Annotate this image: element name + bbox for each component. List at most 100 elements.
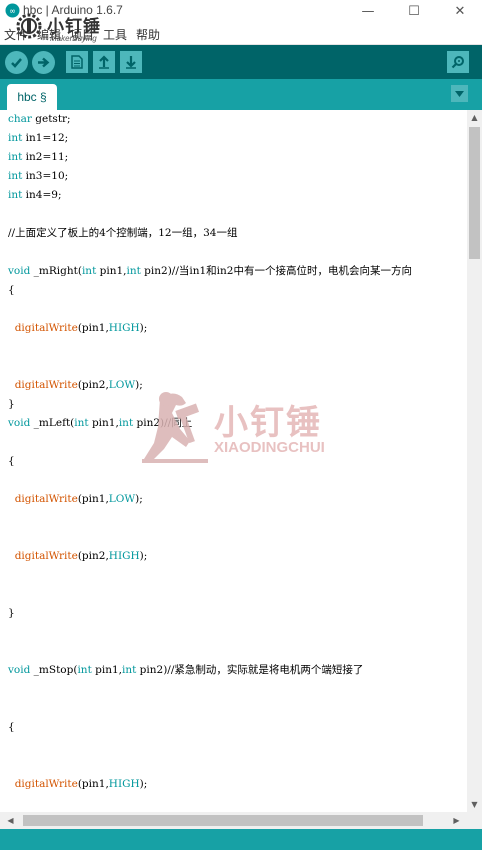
scroll-down-arrow-icon[interactable]: ▼ (467, 797, 482, 812)
code-keyword: int (126, 265, 141, 277)
code-text: { (8, 284, 15, 296)
code-keyword: int (8, 151, 23, 163)
code-keyword: int (122, 664, 137, 676)
code-text: pin1, (91, 664, 122, 676)
scroll-left-arrow-icon[interactable]: ◀ (3, 813, 18, 828)
code-text: (pin1, (77, 322, 109, 334)
code-keyword: int (77, 664, 92, 676)
code-line: } (8, 395, 15, 414)
code-text: _mStop( (30, 664, 78, 676)
code-text: { (8, 721, 15, 733)
code-line: digitalWrite(pin2,LOW); (8, 376, 143, 395)
scroll-right-arrow-icon[interactable]: ▶ (449, 813, 464, 828)
code-text: (pin1, (77, 778, 109, 790)
code-function: digitalWrite (14, 778, 78, 790)
code-function: digitalWrite (14, 379, 78, 391)
code-line: digitalWrite(pin2,HIGH); (8, 547, 148, 566)
close-button[interactable]: ✕ (437, 0, 482, 22)
code-line: int in1=12; (8, 129, 68, 148)
code-text: (pin2, (77, 379, 109, 391)
code-line: { (8, 281, 15, 300)
code-function: digitalWrite (14, 550, 78, 562)
tab-bar: hbc § (0, 79, 482, 110)
code-keyword: LOW (108, 379, 136, 391)
code-keyword: int (8, 170, 23, 182)
arrow-right-icon (38, 57, 50, 68)
code-text: //上面定义了板上的4个控制端，12一组，34一组 (8, 227, 238, 239)
code-text: _mLeft( (30, 417, 75, 429)
horizontal-scroll-thumb[interactable] (23, 815, 423, 826)
serial-monitor-button[interactable] (447, 51, 469, 73)
code-text: (pin2, (77, 550, 109, 562)
code-text: in4=9; (22, 189, 62, 201)
open-button[interactable] (93, 51, 115, 73)
upload-button[interactable] (32, 51, 55, 74)
code-line: digitalWrite(pin1,LOW); (8, 490, 143, 509)
menu-help[interactable]: 帮助 (136, 26, 160, 43)
horizontal-scrollbar[interactable]: ◀ ▶ (0, 812, 467, 829)
code-keyword: int (74, 417, 89, 429)
gear-icon (16, 13, 42, 39)
code-text: in1=12; (22, 132, 69, 144)
watermark-text: 小钉锤 (214, 403, 322, 443)
code-text: pin1, (96, 265, 127, 277)
vertical-scrollbar[interactable]: ▲ ▼ (467, 110, 482, 812)
code-line: //上面定义了板上的4个控制端，12一组，34一组 (8, 224, 237, 243)
scroll-up-arrow-icon[interactable]: ▲ (467, 110, 482, 125)
watermark: 小钉锤 XIAODINGCHUI (142, 389, 347, 465)
code-keyword: char (8, 113, 32, 125)
code-text: } (8, 398, 15, 410)
code-line: void _mStop(int pin1,int pin2)//紧急制动，实际就… (8, 661, 363, 680)
code-line: void _mRight(int pin1,int pin2)//当in1和in… (8, 262, 412, 281)
tab-menu-button[interactable] (451, 85, 468, 102)
code-text: pin2)//紧急制动，实际就是将电机两个端短接了 (136, 664, 364, 676)
logo-subtitle: MakerBuying (50, 34, 97, 43)
watermark-subtitle: XIAODINGCHUI (214, 439, 325, 456)
code-keyword: HIGH (108, 550, 140, 562)
code-text: in2=11; (22, 151, 69, 163)
code-function: digitalWrite (14, 322, 78, 334)
save-button[interactable] (120, 51, 142, 73)
code-line: digitalWrite(pin1,HIGH); (8, 775, 148, 794)
code-line: int in4=9; (8, 186, 62, 205)
code-line: { (8, 718, 15, 737)
new-file-icon (71, 55, 83, 69)
code-text: in3=10; (22, 170, 69, 182)
code-text: (pin1, (77, 493, 109, 505)
vertical-scroll-thumb[interactable] (469, 127, 480, 259)
code-keyword: int (81, 265, 97, 277)
tab-hbc[interactable]: hbc § (7, 84, 57, 110)
code-line: digitalWrite(pin1,HIGH); (8, 319, 148, 338)
new-button[interactable] (66, 51, 88, 73)
code-text: getstr; (31, 113, 71, 125)
code-line: int in2=11; (8, 148, 68, 167)
minimize-button[interactable]: — (345, 0, 391, 22)
maximize-button[interactable]: ☐ (391, 0, 437, 22)
code-keyword: void (8, 664, 31, 676)
code-keyword: HIGH (108, 322, 140, 334)
code-keyword: void (8, 417, 31, 429)
chevron-down-icon (455, 90, 464, 97)
hammer-figure-icon (142, 392, 208, 463)
code-text: ); (139, 322, 148, 334)
arrow-up-icon (99, 55, 109, 69)
toolbar (0, 45, 482, 79)
code-text: ); (135, 493, 143, 505)
code-text: { (8, 455, 15, 467)
verify-button[interactable] (5, 51, 28, 74)
code-text: pin1, (88, 417, 119, 429)
code-keyword: int (118, 417, 134, 429)
code-text: ); (139, 778, 148, 790)
code-line: { (8, 452, 15, 471)
code-keyword: HIGH (108, 778, 140, 790)
code-line: int in3=10; (8, 167, 68, 186)
code-keyword: void (8, 265, 31, 277)
code-line: char getstr; (8, 110, 71, 129)
code-keyword: int (8, 132, 23, 144)
code-text: _mRight( (30, 265, 82, 277)
brand-logo: 小钉锤 MakerBuying (14, 9, 108, 45)
